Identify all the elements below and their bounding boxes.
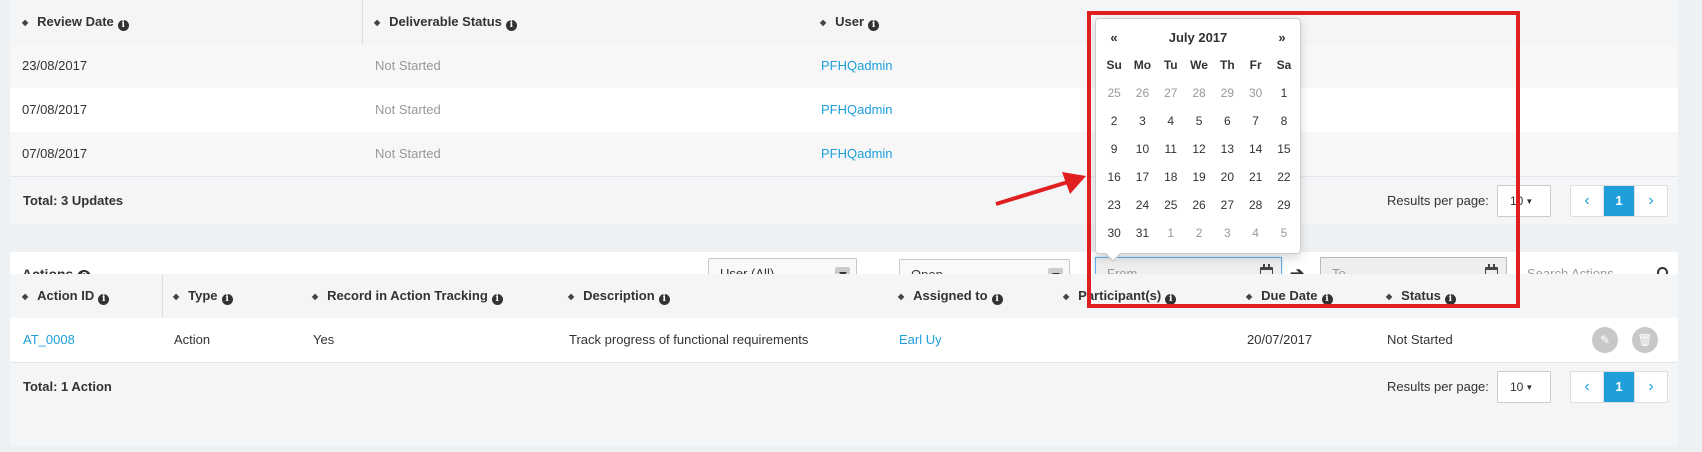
record-cell: Yes xyxy=(313,332,335,347)
caret-down-icon: ▼ xyxy=(1525,197,1534,206)
info-icon: i xyxy=(491,294,503,305)
action-id-link[interactable]: AT_0008 xyxy=(23,318,75,362)
info-icon: i xyxy=(991,294,1003,305)
sort-icon: ◆ xyxy=(374,18,381,27)
trash-icon[interactable]: 🗑 xyxy=(1632,327,1658,353)
edit-icon[interactable]: ✎ xyxy=(1592,327,1618,353)
actions-footer: Total: 1 Action Results per page: 10 ▼ ‹ … xyxy=(10,362,1678,446)
column-header-review-date[interactable]: ◆ Review Date i xyxy=(22,0,129,44)
results-per-page-select[interactable]: 10 ▼ xyxy=(1497,371,1551,403)
info-icon: i xyxy=(221,294,233,305)
pagination: ‹ 1 › xyxy=(1570,371,1668,403)
user-link[interactable]: PFHQadmin xyxy=(821,132,893,176)
status-cell: Not Started xyxy=(1387,332,1453,347)
updates-total: Total: 3 Updates xyxy=(23,193,124,208)
annotation-arrow-icon xyxy=(995,172,1086,206)
column-header-type[interactable]: ◆ Type i xyxy=(173,274,233,318)
info-icon: i xyxy=(658,294,670,305)
column-divider xyxy=(362,0,363,44)
deliverable-status-cell: Not Started xyxy=(375,146,441,161)
sort-icon: ◆ xyxy=(820,18,827,27)
sort-icon: ◆ xyxy=(1063,292,1070,301)
info-icon: i xyxy=(98,294,110,305)
sort-icon: ◆ xyxy=(22,292,29,301)
due-date-cell: 20/07/2017 xyxy=(1247,332,1313,347)
type-cell: Action xyxy=(174,332,211,347)
sort-icon: ◆ xyxy=(22,18,29,27)
description-cell: Track progress of functional requirement… xyxy=(569,332,809,347)
review-date-cell: 07/08/2017 xyxy=(22,102,88,117)
pagination-next[interactable]: › xyxy=(1635,372,1667,402)
pagination: ‹ 1 › xyxy=(1570,185,1668,217)
column-header-deliverable-status[interactable]: ◆ Deliverable Status i xyxy=(374,0,517,44)
actions-total: Total: 1 Action xyxy=(23,379,112,394)
info-icon: i xyxy=(868,20,880,31)
review-date-cell: 23/08/2017 xyxy=(22,58,88,73)
sort-icon: ◆ xyxy=(568,292,575,301)
column-header-description[interactable]: ◆ Description i xyxy=(568,274,670,318)
deliverable-status-cell: Not Started xyxy=(375,58,441,73)
review-date-cell: 07/08/2017 xyxy=(22,146,88,161)
sort-icon: ◆ xyxy=(173,292,180,301)
info-icon: i xyxy=(117,20,129,31)
annotation-highlight-box xyxy=(1087,11,1520,308)
user-link[interactable]: PFHQadmin xyxy=(821,44,893,88)
column-header-assigned-to[interactable]: ◆ Assigned to i xyxy=(898,274,1003,318)
pagination-page[interactable]: 1 xyxy=(1603,372,1635,402)
column-header-action-id[interactable]: ◆ Action ID i xyxy=(22,274,110,318)
pagination-page[interactable]: 1 xyxy=(1603,186,1635,216)
sort-icon: ◆ xyxy=(312,292,319,301)
caret-down-icon: ▼ xyxy=(1525,383,1534,392)
column-header-user[interactable]: ◆ User i xyxy=(820,0,880,44)
deliverable-status-cell: Not Started xyxy=(375,102,441,117)
user-link[interactable]: PFHQadmin xyxy=(821,88,893,132)
table-row: AT_0008 Action Yes Track progress of fun… xyxy=(10,318,1678,362)
sort-icon: ◆ xyxy=(898,292,905,301)
pagination-prev[interactable]: ‹ xyxy=(1571,186,1603,216)
pagination-next[interactable]: › xyxy=(1635,186,1667,216)
assigned-to-link[interactable]: Earl Uy xyxy=(899,318,942,362)
results-per-page-label: Results per page: xyxy=(1387,379,1489,394)
column-divider xyxy=(162,274,163,318)
pagination-prev[interactable]: ‹ xyxy=(1571,372,1603,402)
column-header-record-in-action-tracking[interactable]: ◆ Record in Action Tracking i xyxy=(312,274,503,318)
info-icon: i xyxy=(505,20,517,31)
